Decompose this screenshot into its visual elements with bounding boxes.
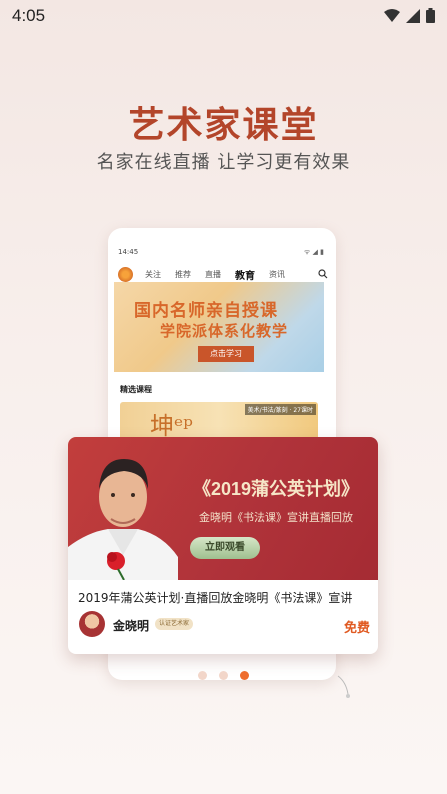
banner-line1: 国内名师亲自授课 <box>134 301 278 321</box>
status-time: 4:05 <box>12 6 46 25</box>
featured-course-card[interactable]: 《2019蒲公英计划》 金晓明《书法课》宣讲直播回放 立即观看 2019年蒲公英… <box>68 437 378 654</box>
card-banner: 《2019蒲公英计划》 金晓明《书法课》宣讲直播回放 立即观看 <box>68 437 378 580</box>
app-logo-icon <box>118 266 133 282</box>
search-icon[interactable] <box>318 269 328 279</box>
phone-banner[interactable]: 国内名师亲自授课 学院派体系化教学 点击学习 <box>114 282 324 372</box>
carousel-pagination <box>198 671 249 680</box>
tab-education[interactable]: 教育 <box>235 267 255 286</box>
banner-learn-button[interactable]: 点击学习 <box>198 346 254 362</box>
watch-now-button[interactable]: 立即观看 <box>190 537 260 559</box>
hero-subtitle: 名家在线直播 让学习更有效果 <box>96 152 351 173</box>
page-dot[interactable] <box>198 671 207 680</box>
tab-news[interactable]: 资讯 <box>269 269 285 280</box>
tab-live[interactable]: 直播 <box>205 269 221 280</box>
status-bar: 4:05 <box>0 0 447 32</box>
card-subtitle: 金晓明《书法课》宣讲直播回放 <box>199 511 353 524</box>
page-dot-active[interactable] <box>240 671 249 680</box>
tab-recommend[interactable]: 推荐 <box>175 269 191 280</box>
status-icons <box>384 8 435 23</box>
banner-line2: 学院派体系化教学 <box>160 322 289 340</box>
tab-follow[interactable]: 关注 <box>145 269 161 280</box>
phone-nav: 关注 推荐 直播 教育 资讯 <box>118 264 328 286</box>
phone-status-icons: ᯤ ◢ ▮ <box>303 248 324 256</box>
course-tag: 美术/书法/篆刻 · 27课时 <box>244 404 316 415</box>
page-dot[interactable] <box>219 671 228 680</box>
hero-title: 艺术家课堂 <box>128 105 319 146</box>
price-label: 免费 <box>343 621 370 636</box>
teacher-portrait <box>68 459 178 580</box>
course-description: 2019年蒲公英计划·直播回放金晓明《书法课》宣讲 <box>78 591 353 605</box>
course-thumbnail[interactable]: 坤ᵉᵖ 美术/书法/篆刻 · 27课时 <box>120 402 318 442</box>
calligraphy-art: 坤ᵉᵖ <box>150 412 193 440</box>
decorative-line <box>337 675 350 698</box>
signal-icon <box>406 8 420 23</box>
certified-badge: 认证艺术家 <box>155 618 194 630</box>
author-avatar[interactable] <box>79 611 105 637</box>
author-name[interactable]: 金晓明 <box>113 617 149 634</box>
section-title: 精选课程 <box>120 385 152 394</box>
phone-time: 14:45 <box>118 248 139 256</box>
wifi-icon <box>384 8 400 22</box>
battery-icon <box>426 8 435 23</box>
card-title: 《2019蒲公英计划》 <box>192 479 360 499</box>
